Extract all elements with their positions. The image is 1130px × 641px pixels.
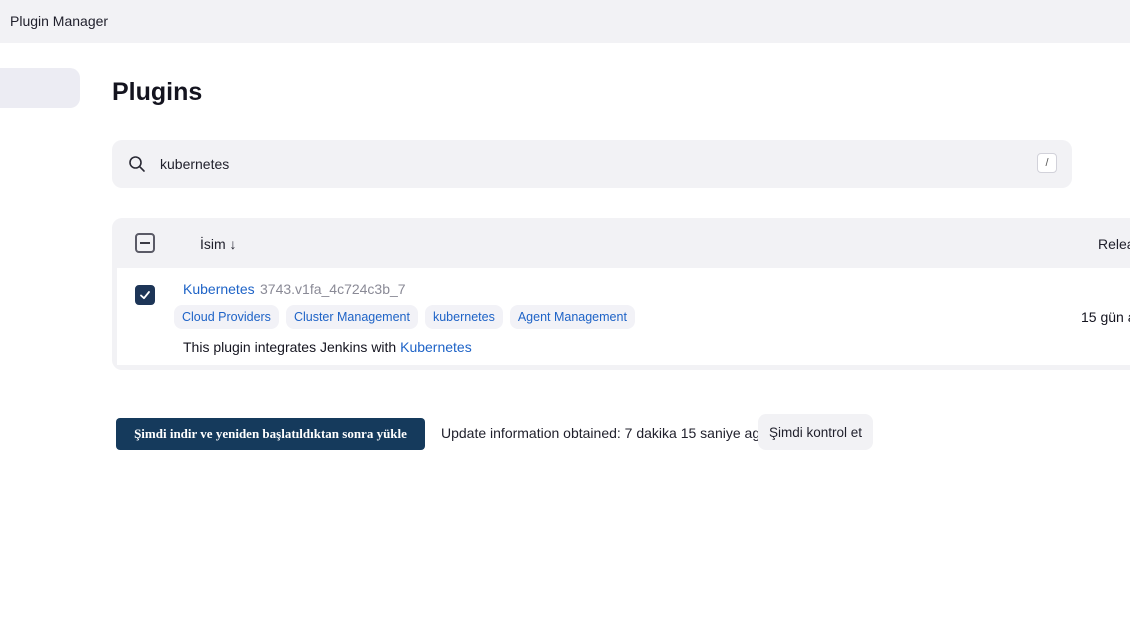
column-header-name[interactable]: İsim ↓: [200, 236, 237, 252]
page-title: Plugins: [112, 78, 203, 106]
sidebar-item-active[interactable]: [0, 68, 80, 108]
plugin-excerpt-text: This plugin integrates Jenkins with: [183, 339, 401, 355]
tag-cloud-providers[interactable]: Cloud Providers: [174, 305, 279, 329]
plugins-table: İsim ↓ Relea Kubernetes 3743.v1fa_4c724c…: [112, 218, 1130, 370]
column-header-released[interactable]: Relea: [1098, 236, 1130, 252]
plugin-released-date: 15 gün a: [1081, 309, 1130, 325]
search-shortcut-hint: /: [1037, 153, 1057, 173]
tag-cluster-management[interactable]: Cluster Management: [285, 305, 418, 329]
search-bar[interactable]: kubernetes /: [112, 140, 1072, 188]
tag-agent-management[interactable]: Agent Management: [509, 305, 635, 329]
row-checkbox[interactable]: [135, 285, 155, 305]
update-info-text: Update information obtained: 7 dakika 15…: [441, 425, 768, 441]
install-after-restart-button[interactable]: Şimdi indir ve yeniden başlatıldıktan so…: [116, 418, 425, 450]
select-all-checkbox[interactable]: [135, 233, 155, 253]
table-header: İsim ↓ Relea: [112, 218, 1130, 268]
plugin-version: 3743.v1fa_4c724c3b_7: [260, 281, 406, 297]
plugin-name-link[interactable]: Kubernetes: [183, 281, 255, 297]
top-bar: Plugin Manager: [0, 0, 1130, 43]
check-now-button[interactable]: Şimdi kontrol et: [758, 414, 873, 450]
breadcrumb-plugin-manager[interactable]: Plugin Manager: [10, 13, 108, 29]
search-input[interactable]: kubernetes: [160, 156, 229, 172]
tag-kubernetes[interactable]: kubernetes: [424, 305, 503, 329]
plugin-excerpt: This plugin integrates Jenkins with Kube…: [183, 339, 472, 355]
checkmark-icon: [140, 291, 150, 300]
plugin-tags: Cloud Providers Cluster Management kuber…: [174, 305, 635, 329]
search-icon: [129, 156, 145, 172]
plugin-excerpt-link[interactable]: Kubernetes: [400, 339, 472, 355]
table-row: Kubernetes 3743.v1fa_4c724c3b_7 Cloud Pr…: [117, 268, 1130, 365]
